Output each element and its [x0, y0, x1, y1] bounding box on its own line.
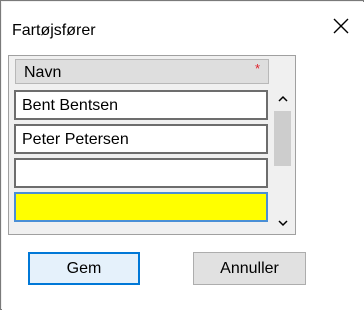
grid-row-selected[interactable] — [14, 192, 268, 222]
grid-cell: Bent Bentsen — [22, 97, 119, 114]
close-button[interactable] — [317, 2, 364, 49]
scroll-up-button[interactable] — [272, 88, 293, 108]
cancel-button[interactable]: Annuller — [193, 252, 306, 285]
dialog-window: Fartøjsfører Navn * Bent Bentsen Peter P… — [0, 0, 364, 310]
chevron-up-icon — [277, 95, 288, 102]
name-grid: Navn * Bent Bentsen Peter Petersen — [8, 55, 296, 235]
required-marker: * — [254, 61, 260, 76]
scrollbar-thumb[interactable] — [274, 111, 291, 166]
chevron-down-icon — [277, 219, 288, 226]
save-button[interactable]: Gem — [28, 252, 140, 285]
close-icon — [333, 18, 348, 33]
scroll-down-button[interactable] — [272, 213, 293, 233]
grid-row[interactable] — [14, 158, 268, 188]
vertical-scrollbar[interactable] — [272, 88, 293, 233]
column-header-label: Navn — [24, 64, 62, 81]
grid-cell: Peter Petersen — [22, 131, 129, 148]
dialog-content: Navn * Bent Bentsen Peter Petersen Gem A… — [2, 49, 364, 310]
grid-row[interactable]: Bent Bentsen — [14, 90, 268, 120]
title-bar: Fartøjsfører — [2, 2, 364, 49]
grid-row[interactable]: Peter Petersen — [14, 124, 268, 154]
dialog-title: Fartøjsfører — [12, 22, 96, 39]
column-header-navn[interactable]: Navn * — [15, 59, 269, 84]
